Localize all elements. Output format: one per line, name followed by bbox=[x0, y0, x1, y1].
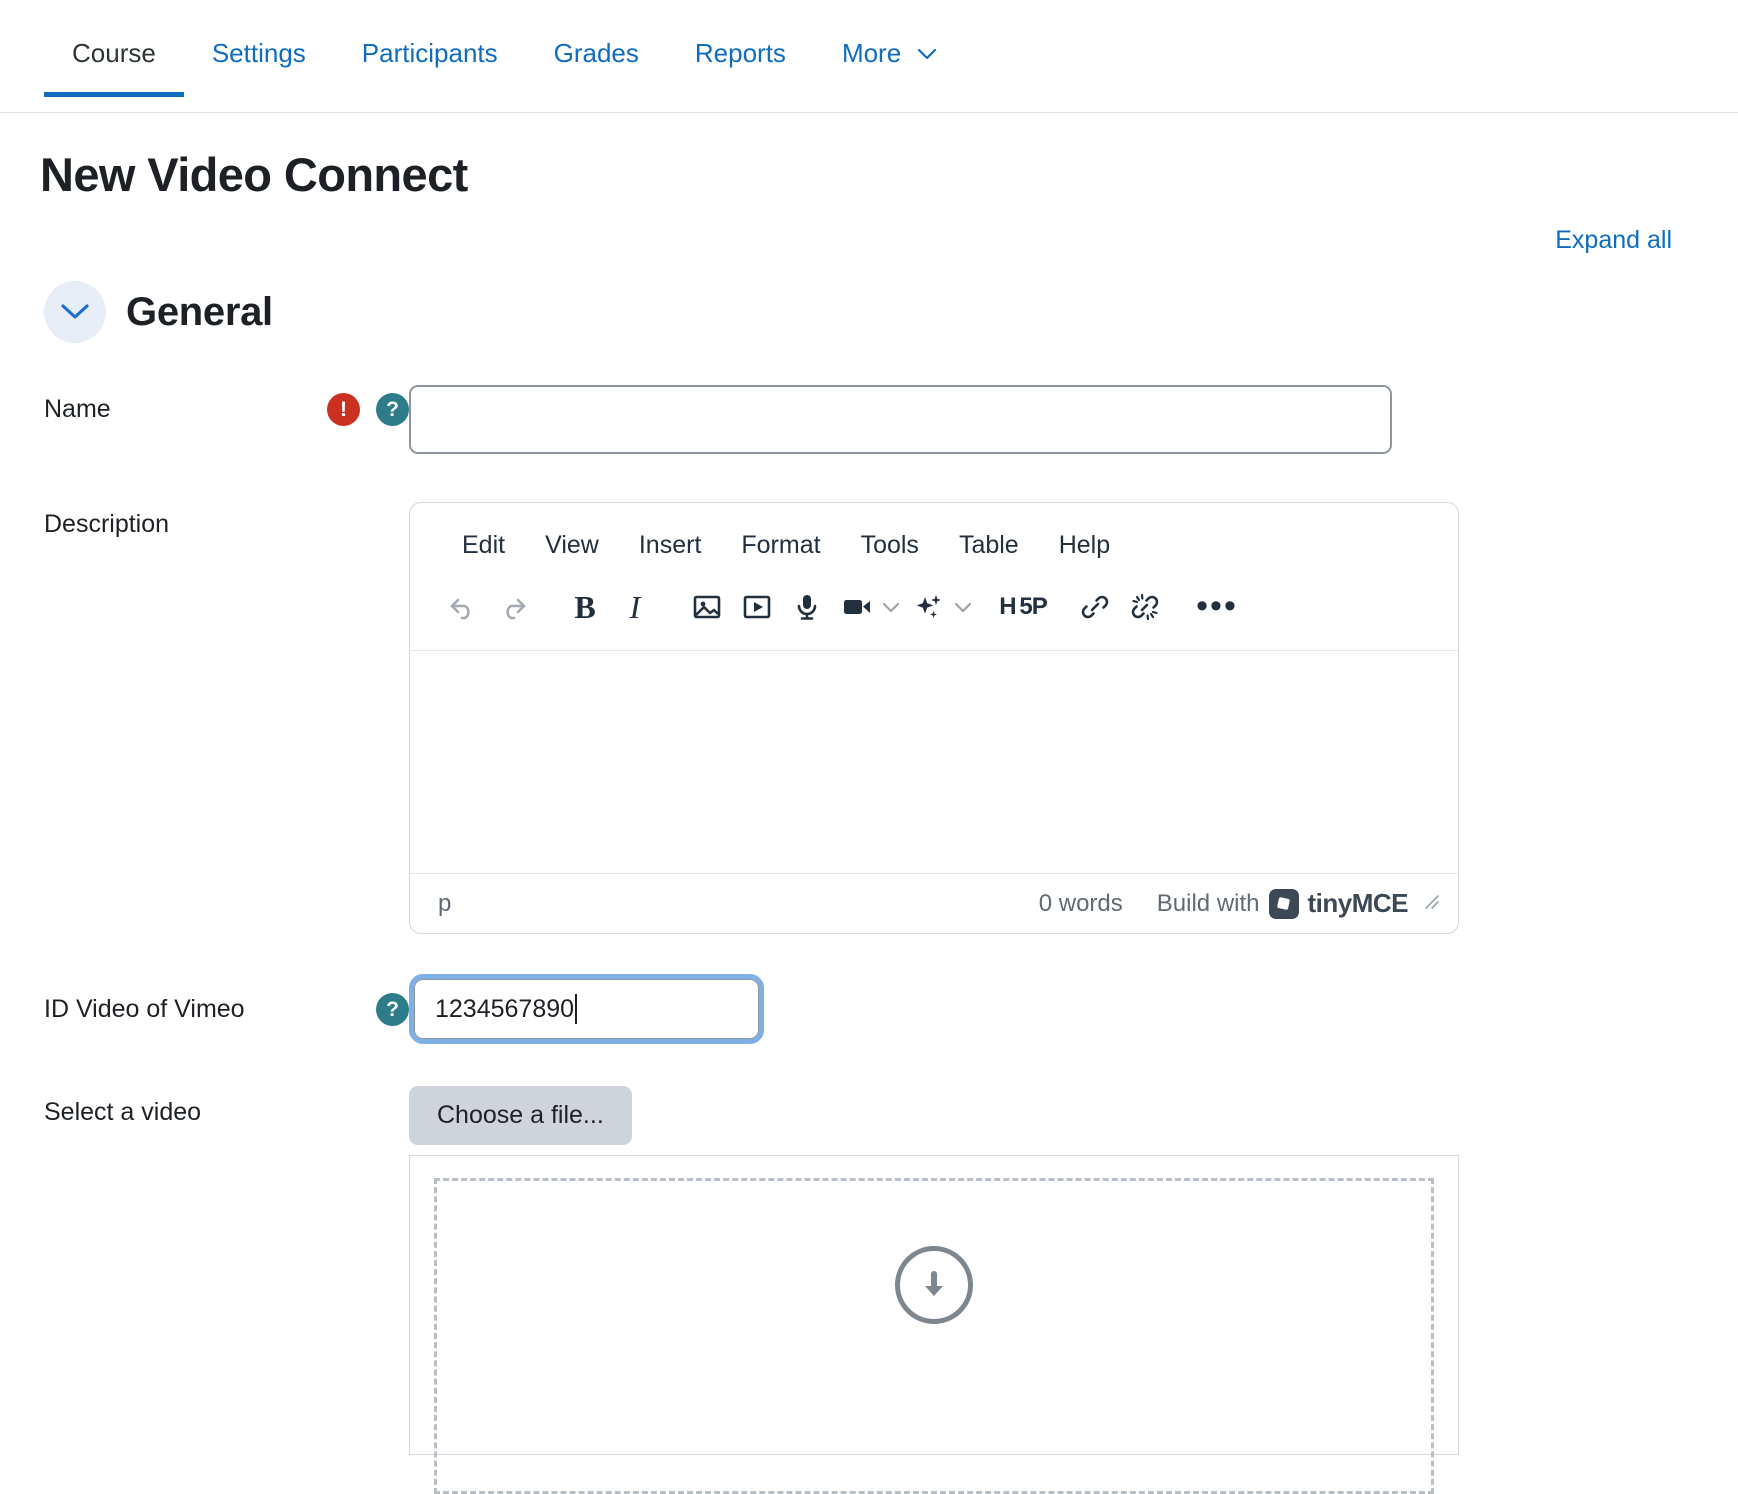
tab-course[interactable]: Course bbox=[44, 28, 184, 97]
tinymce-brand-label: tinyMCE bbox=[1307, 888, 1409, 918]
name-label: Name bbox=[44, 395, 111, 423]
h5p-icon[interactable]: H 5P bbox=[998, 582, 1048, 632]
menu-help[interactable]: Help bbox=[1039, 525, 1130, 566]
tab-participants[interactable]: Participants bbox=[334, 28, 526, 96]
tab-reports-label: Reports bbox=[694, 38, 786, 68]
tinymce-branding[interactable]: Build with tinyMCE bbox=[1157, 888, 1408, 919]
bold-icon[interactable]: B bbox=[560, 582, 610, 632]
course-nav-tabs: Course Settings Participants Grades Repo… bbox=[0, 0, 1738, 113]
vimeo-input-focus-ring: 1234567890 bbox=[409, 974, 764, 1044]
download-arrow-icon bbox=[895, 1246, 973, 1324]
ai-sparkles-icon[interactable] bbox=[904, 582, 954, 632]
text-cursor bbox=[575, 994, 578, 1024]
vimeo-id-value: 1234567890 bbox=[435, 994, 575, 1023]
redo-icon[interactable] bbox=[488, 582, 538, 632]
chevron-down-icon[interactable] bbox=[878, 582, 904, 632]
section-general-header: General bbox=[0, 281, 1738, 343]
expand-all-link[interactable]: Expand all bbox=[1555, 226, 1672, 254]
vimeo-label: ID Video of Vimeo bbox=[44, 994, 245, 1023]
page-title: New Video Connect bbox=[40, 148, 468, 201]
tinymce-editor: Edit View Insert Format Tools Table Help… bbox=[409, 502, 1459, 934]
help-icon[interactable]: ? bbox=[376, 393, 409, 426]
chevron-down-icon bbox=[917, 45, 937, 63]
chevron-down-icon[interactable] bbox=[44, 281, 106, 343]
unlink-icon[interactable] bbox=[1120, 582, 1170, 632]
menu-table[interactable]: Table bbox=[939, 525, 1039, 566]
tab-participants-label: Participants bbox=[361, 38, 498, 68]
editor-menubar: Edit View Insert Format Tools Table Help bbox=[410, 503, 1458, 576]
menu-tools[interactable]: Tools bbox=[841, 525, 939, 566]
editor-resize-handle[interactable] bbox=[1422, 892, 1440, 916]
name-field-col bbox=[409, 385, 1738, 454]
video-camera-icon[interactable] bbox=[832, 582, 882, 632]
description-label-group: Description bbox=[44, 502, 409, 539]
required-icon[interactable]: ! bbox=[327, 393, 360, 426]
editor-content-area[interactable] bbox=[410, 651, 1458, 873]
italic-icon[interactable]: I bbox=[610, 582, 660, 632]
select-video-label: Select a video bbox=[44, 1098, 202, 1126]
element-path[interactable]: p bbox=[438, 890, 1039, 918]
tab-more-label: More bbox=[841, 38, 902, 68]
expand-all-row: Expand all bbox=[0, 226, 1738, 255]
undo-icon[interactable] bbox=[438, 582, 488, 632]
tab-grades[interactable]: Grades bbox=[526, 28, 667, 96]
editor-toolbar: B I H 5P ••• bbox=[410, 576, 1458, 651]
menu-format[interactable]: Format bbox=[721, 525, 840, 566]
select-video-label-group: Select a video bbox=[44, 1086, 409, 1127]
link-icon[interactable] bbox=[1070, 582, 1120, 632]
tab-course-label: Course bbox=[72, 38, 156, 68]
vimeo-label-group: ID Video of Vimeo ? bbox=[44, 992, 409, 1026]
select-video-field-col: Choose a file... bbox=[409, 1086, 1738, 1494]
menu-view[interactable]: View bbox=[525, 525, 619, 566]
form-row-description: Description Edit View Insert Format Tool… bbox=[0, 502, 1738, 934]
description-field-col: Edit View Insert Format Tools Table Help… bbox=[409, 502, 1738, 934]
menu-edit[interactable]: Edit bbox=[442, 525, 525, 566]
tab-more[interactable]: More bbox=[814, 28, 965, 96]
more-options-icon[interactable]: ••• bbox=[1192, 582, 1242, 632]
media-icon[interactable] bbox=[732, 582, 782, 632]
tab-settings[interactable]: Settings bbox=[184, 28, 334, 96]
name-input[interactable] bbox=[409, 385, 1392, 454]
tab-grades-label: Grades bbox=[553, 38, 639, 68]
name-label-group: Name ! ? bbox=[44, 385, 409, 426]
vimeo-field-col: 1234567890 bbox=[409, 974, 1738, 1044]
description-label: Description bbox=[44, 510, 170, 538]
form-row-select-video: Select a video Choose a file... bbox=[0, 1086, 1738, 1494]
file-picker-panel bbox=[409, 1155, 1459, 1494]
form-row-name: Name ! ? bbox=[0, 385, 1738, 454]
vimeo-id-input[interactable]: 1234567890 bbox=[414, 979, 759, 1039]
file-dropzone[interactable] bbox=[434, 1178, 1434, 1494]
microphone-icon[interactable] bbox=[782, 582, 832, 632]
form-row-vimeo-id: ID Video of Vimeo ? 1234567890 bbox=[0, 974, 1738, 1044]
section-title: General bbox=[126, 289, 273, 334]
help-icon[interactable]: ? bbox=[376, 992, 409, 1026]
editor-status-bar: p 0 words Build with tinyMCE bbox=[410, 873, 1458, 933]
choose-file-button[interactable]: Choose a file... bbox=[409, 1086, 632, 1145]
image-icon[interactable] bbox=[682, 582, 732, 632]
tab-settings-label: Settings bbox=[211, 38, 306, 68]
menu-insert[interactable]: Insert bbox=[619, 525, 722, 566]
build-with-label: Build with bbox=[1156, 889, 1260, 917]
chevron-down-icon[interactable] bbox=[950, 582, 976, 632]
tinymce-logo-icon bbox=[1268, 888, 1299, 919]
tab-reports[interactable]: Reports bbox=[667, 28, 814, 96]
word-count: 0 words bbox=[1038, 889, 1123, 917]
